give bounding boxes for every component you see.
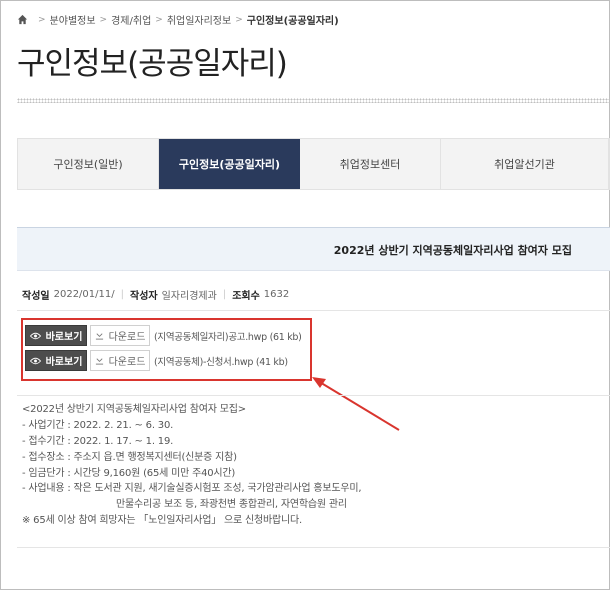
body-line: - 접수기간 : 2022. 1. 17. ~ 1. 19.	[22, 435, 174, 447]
body-line: - 사업기간 : 2022. 2. 21. ~ 6. 30.	[22, 419, 174, 431]
body-line: 만물수리공 보조 등, 좌광천변 종합관리, 자연학습원 관리	[116, 499, 347, 511]
body-line: - 사업내용 : 작은 도서관 지원, 새기술실증시험포 조성, 국가암관리사업…	[22, 483, 362, 495]
body-line: - 임금단가 : 시간당 9,160원 (65세 미만 주40시간)	[22, 467, 236, 479]
divider	[17, 547, 610, 548]
body-line: - 접수장소 : 주소지 읍.면 행정복지센터(신분증 지참)	[22, 451, 237, 463]
article-body: <2022년 상반기 지역공동체일자리사업 참여자 모집> - 사업기간 : 2…	[22, 402, 362, 529]
body-line: ※ 65세 이상 참여 희망자는 「노인일자리사업」 으로 신청바랍니다.	[22, 515, 302, 527]
divider	[17, 395, 610, 396]
body-line: <2022년 상반기 지역공동체일자리사업 참여자 모집>	[22, 404, 246, 415]
